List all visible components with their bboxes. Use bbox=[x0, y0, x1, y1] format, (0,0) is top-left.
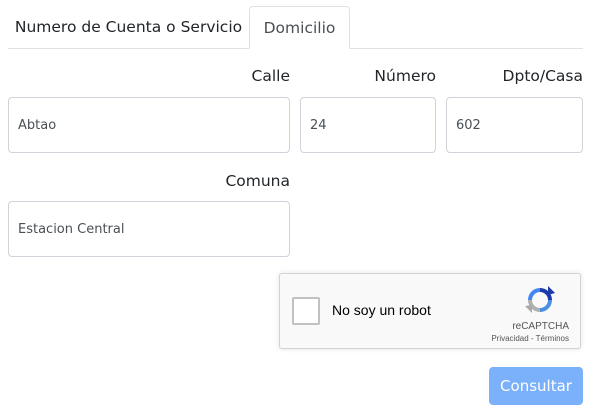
tab-domicilio[interactable]: Domicilio bbox=[249, 6, 350, 49]
recaptcha-privacy-link[interactable]: Privacidad bbox=[491, 334, 528, 343]
calle-label: Calle bbox=[251, 67, 290, 85]
recaptcha-checkbox-label: No soy un robot bbox=[332, 302, 431, 318]
recaptcha-terms-link[interactable]: Términos bbox=[536, 334, 569, 343]
consulta-page: Numero de Cuenta o Servicio Domicilio Ca… bbox=[0, 0, 593, 414]
recaptcha-links: Privacidad - Términos bbox=[491, 334, 569, 343]
numero-label: Número bbox=[374, 67, 436, 85]
comuna-label: Comuna bbox=[225, 172, 290, 190]
calle-input[interactable] bbox=[8, 97, 290, 153]
recaptcha-links-separator: - bbox=[528, 334, 536, 343]
recaptcha-checkbox[interactable] bbox=[292, 297, 320, 325]
tab-numero-cuenta[interactable]: Numero de Cuenta o Servicio bbox=[8, 6, 249, 48]
recaptcha-widget: No soy un robot reCAPTCHA Privacidad - T… bbox=[279, 273, 581, 349]
recaptcha-icon bbox=[525, 286, 555, 313]
recaptcha-brand: reCAPTCHA bbox=[512, 321, 569, 332]
comuna-input[interactable] bbox=[8, 201, 290, 257]
numero-input[interactable] bbox=[300, 97, 436, 153]
consultar-button[interactable]: Consultar bbox=[489, 367, 583, 405]
dpto-casa-input[interactable] bbox=[446, 97, 583, 153]
tab-bar: Numero de Cuenta o Servicio Domicilio bbox=[8, 6, 583, 49]
dpto-casa-label: Dpto/Casa bbox=[502, 67, 583, 85]
